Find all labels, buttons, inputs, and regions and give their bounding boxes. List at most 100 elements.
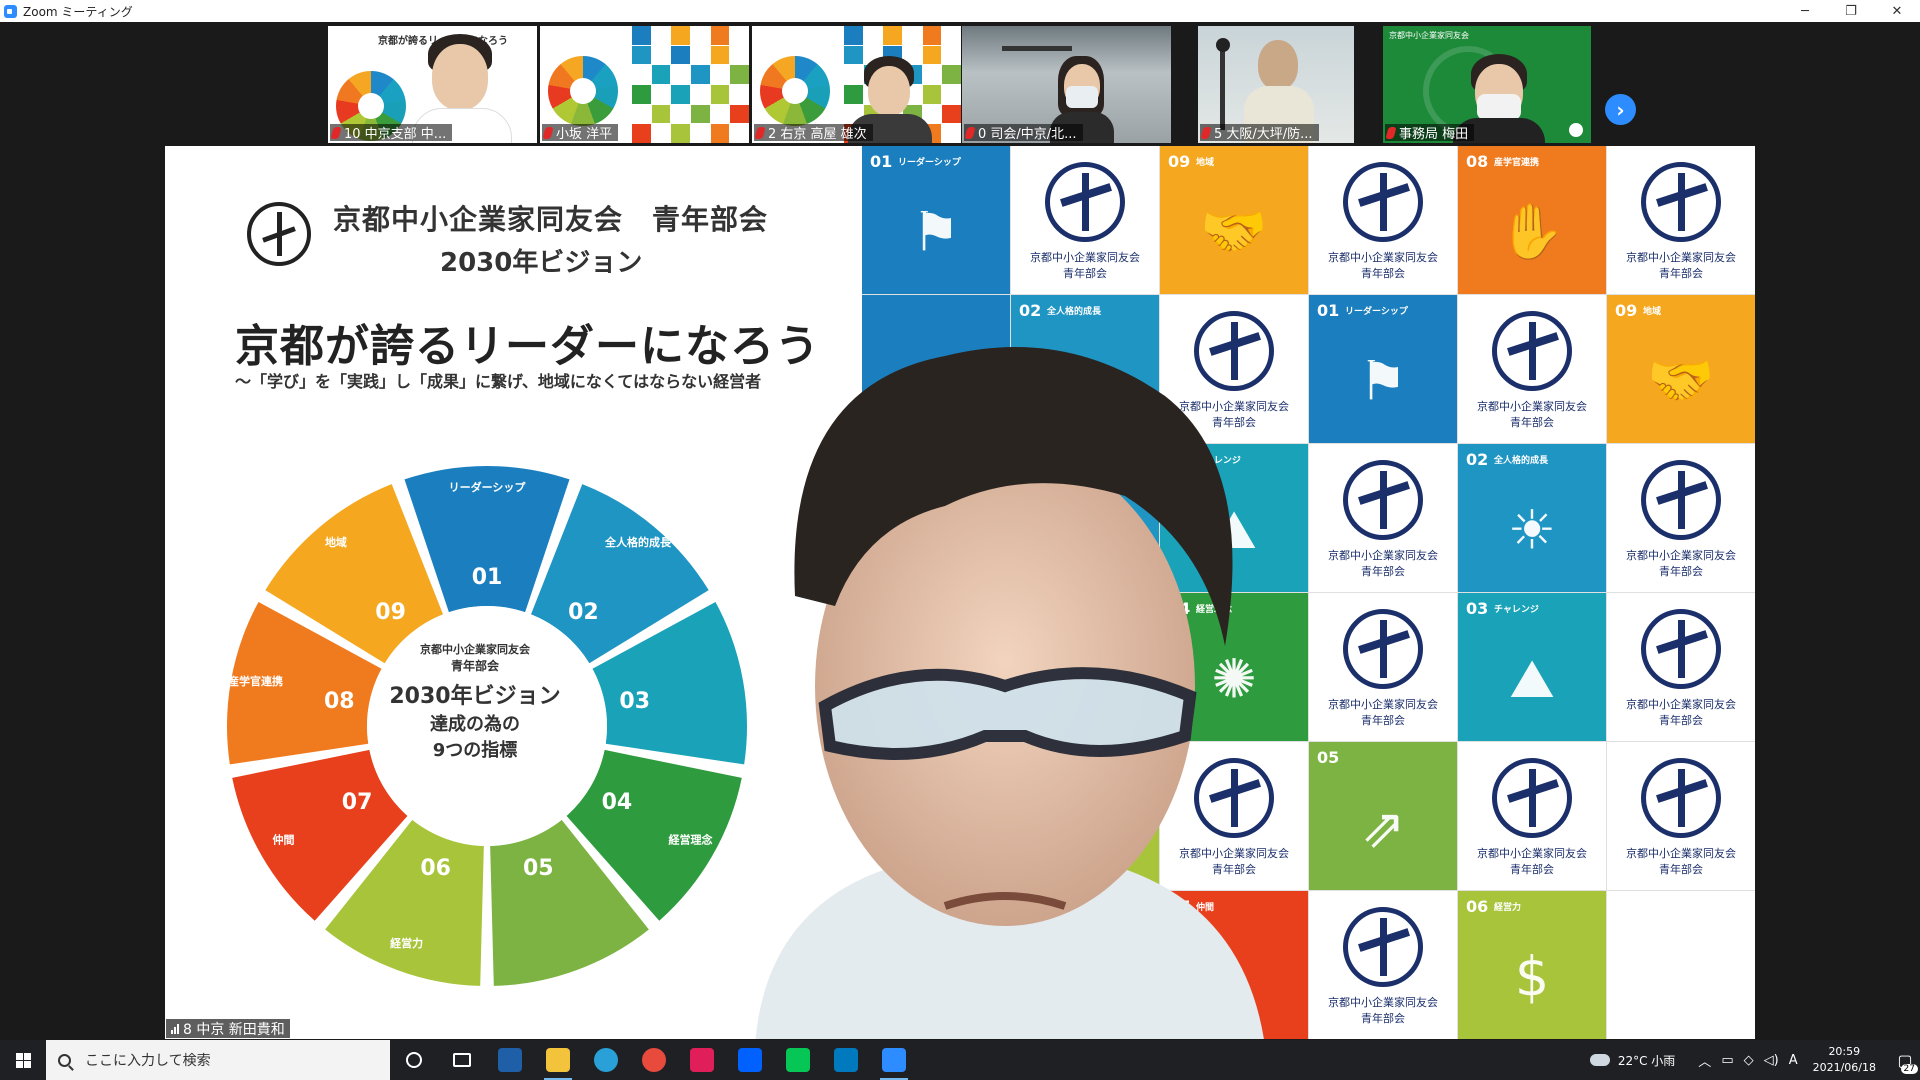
- windows-logo-icon: [15, 1052, 31, 1068]
- taskbar-app-edge[interactable]: [582, 1040, 630, 1080]
- emblem-text: 京都中小企業家同友会青年部会: [1626, 549, 1736, 578]
- signal-strength-icon: [171, 1023, 179, 1034]
- org-emblem-icon: [1492, 758, 1572, 838]
- wheel-segment-label: リーダーシップ: [449, 480, 527, 494]
- indicator-tile: 09 地域 🤝: [1607, 295, 1755, 443]
- taskbar-app-zoom[interactable]: [870, 1040, 918, 1080]
- indicator-tile: 03 チャレンジ ⛰: [1458, 593, 1606, 741]
- network-icon[interactable]: ▭: [1721, 1053, 1733, 1068]
- speaker-name: 8 中京 新田貴和: [183, 1021, 285, 1038]
- chevron-up-icon[interactable]: ︿: [1698, 1051, 1711, 1070]
- thumb-mosaic: [632, 26, 749, 143]
- taskbar-app-line[interactable]: [774, 1040, 822, 1080]
- org-emblem-icon: [1641, 162, 1721, 242]
- notification-center-button[interactable]: ▢ 27: [1890, 1040, 1920, 1080]
- tile-number: 03: [1466, 599, 1489, 618]
- emblem-text: 京都中小企業家同友会青年部会: [1626, 251, 1736, 280]
- participant-face: [868, 66, 910, 116]
- emblem-tile: 京都中小企業家同友会青年部会: [1458, 295, 1606, 443]
- face-mask: [1477, 94, 1521, 120]
- line-icon: [786, 1048, 810, 1072]
- emblem-tile: 京都中小企業家同友会青年部会: [1607, 146, 1755, 294]
- dropbox-tray-icon[interactable]: ◇: [1744, 1053, 1754, 1068]
- wheel-center-line2: 青年部会: [450, 659, 499, 673]
- tile-pictogram-icon: $: [1514, 945, 1550, 1009]
- taskbar-app-chrome[interactable]: [630, 1040, 678, 1080]
- tile-number: 06: [1466, 897, 1489, 916]
- wheel-segment-number: 07: [342, 790, 373, 815]
- clock-time: 20:59: [1828, 1045, 1861, 1058]
- participant-tile[interactable]: 京都中小企業家同友会 事務局 梅田: [1383, 26, 1591, 143]
- taskbar-app-dw[interactable]: [486, 1040, 534, 1080]
- face-mask: [1066, 86, 1098, 108]
- tile-pictogram-icon: ✋: [1498, 199, 1566, 263]
- thumb-wheel: [760, 56, 830, 126]
- participant-name: 2 右京 高屋 雄次: [754, 124, 873, 142]
- taskbar-app-cortana[interactable]: [390, 1040, 438, 1080]
- wheel-center-text: 京都中小企業家同友会 青年部会 2030年ビジョン 達成の為の 9つの指標: [365, 641, 585, 762]
- participant-tile[interactable]: 5 大阪/大坪/防...: [1198, 26, 1354, 143]
- participant-tile[interactable]: 小坂 洋平: [540, 26, 749, 143]
- wheel-center-line4: 達成の為の: [430, 714, 520, 735]
- tile-pictogram-icon: 🤝: [1647, 348, 1715, 412]
- mic-muted-icon: [1200, 126, 1212, 139]
- rain-cloud-icon: [1589, 1054, 1610, 1066]
- slide-vision-title: 2030年ビジョン: [440, 248, 643, 278]
- taskbar-app-trello[interactable]: [822, 1040, 870, 1080]
- participant-face: [1258, 40, 1298, 90]
- wheel-center-line3: 2030年ビジョン: [389, 684, 561, 709]
- wheel-segment-number: 06: [420, 856, 451, 881]
- tile-label: 全人格的成長: [1494, 456, 1549, 466]
- wheel-segment-label: 仲間: [272, 833, 294, 847]
- mic-muted-icon: [964, 126, 976, 139]
- close-button[interactable]: ✕: [1874, 0, 1920, 22]
- participant-tile[interactable]: 2 右京 高屋 雄次: [752, 26, 961, 143]
- emblem-tile: 京都中小企業家同友会青年部会: [1458, 742, 1606, 890]
- tile-label: リーダーシップ: [898, 158, 961, 168]
- weather-text: 22°C 小雨: [1617, 1053, 1676, 1068]
- host-badge-icon: [1569, 123, 1583, 137]
- ime-mode[interactable]: A: [1789, 1053, 1798, 1068]
- mic-muted-icon: [330, 126, 342, 139]
- participant-tile[interactable]: 0 司会/中京/北...: [962, 26, 1171, 143]
- emblem-tile: 京都中小企業家同友会青年部会: [1607, 444, 1755, 592]
- clock[interactable]: 20:59 2021/06/18: [1813, 1044, 1876, 1076]
- tile-number: 09: [1168, 152, 1191, 171]
- taskbar-app-dropbox[interactable]: [726, 1040, 774, 1080]
- speaker-volume-icon[interactable]: ◁): [1764, 1053, 1779, 1068]
- wheel-segment-label: 経営力: [390, 936, 423, 950]
- system-tray: 22°C 小雨 ︿ ▭ ◇ ◁) A 20:59 2021/06/18 ▢ 27: [1589, 1040, 1920, 1080]
- taskbar-app-slack[interactable]: [678, 1040, 726, 1080]
- taskbar-app-explorer[interactable]: [534, 1040, 582, 1080]
- speaker-name-label: 8 中京 新田貴和: [166, 1019, 290, 1038]
- participant-gallery: 京都が誇るリーダーになろう 10 中京支部 中... 小坂 洋平: [0, 24, 1920, 144]
- indicator-tile: 02 全人格的成長 ☀: [1458, 444, 1606, 592]
- org-emblem-icon: [1641, 758, 1721, 838]
- dropbox-icon: [738, 1048, 762, 1072]
- next-page-button[interactable]: ›: [1605, 94, 1636, 125]
- participant-tile[interactable]: 京都が誇るリーダーになろう 10 中京支部 中...: [328, 26, 537, 143]
- clock-date: 2021/06/18: [1812, 1061, 1876, 1074]
- participant-name: 小坂 洋平: [542, 124, 619, 142]
- start-button[interactable]: [0, 1040, 46, 1080]
- maximize-button[interactable]: ❐: [1828, 0, 1874, 22]
- wheel-segment-number: 01: [472, 565, 503, 590]
- tile-number: 01: [870, 152, 893, 171]
- minimize-button[interactable]: ─: [1782, 0, 1828, 22]
- speaker-glasses: [818, 667, 1197, 760]
- chrome-icon: [642, 1048, 666, 1072]
- taskbar-search-box[interactable]: ここに入力して検索: [46, 1040, 390, 1080]
- explorer-icon: [546, 1048, 570, 1072]
- taskbar-apps: [390, 1040, 918, 1080]
- cortana-icon: [406, 1052, 422, 1068]
- tile-pictogram-icon: ⚑: [911, 200, 961, 264]
- taskbar-app-task-view[interactable]: [438, 1040, 486, 1080]
- weather-widget[interactable]: 22°C 小雨: [1589, 1052, 1676, 1069]
- mic-muted-icon: [754, 126, 766, 139]
- tile-pictogram-icon: ⛰: [1509, 646, 1555, 710]
- wheel-segment-number: 05: [523, 856, 554, 881]
- participant-name: 10 中京支部 中...: [330, 124, 453, 142]
- window-controls: ─ ❐ ✕: [1782, 0, 1920, 22]
- org-emblem-icon: [1343, 162, 1423, 242]
- edge-icon: [594, 1048, 618, 1072]
